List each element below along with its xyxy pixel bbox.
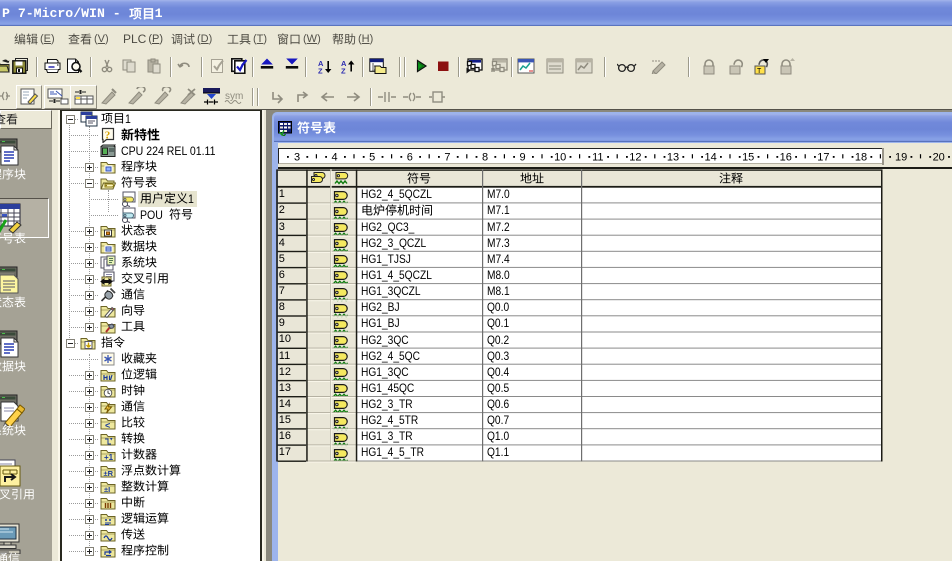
svg-text:<: < [105, 421, 110, 431]
svg-text:11: 11 [592, 152, 603, 164]
svg-text:Z: Z [318, 67, 323, 75]
svg-text:9: 9 [520, 152, 526, 164]
svg-text:16: 16 [780, 152, 792, 164]
svg-text:13: 13 [667, 152, 679, 164]
svg-text:7: 7 [444, 152, 450, 164]
svg-text:14: 14 [704, 152, 716, 164]
svg-text:Z: Z [341, 67, 346, 75]
svg-text:3: 3 [294, 152, 300, 164]
svg-text:4: 4 [332, 152, 338, 164]
svg-text:5: 5 [369, 152, 375, 164]
svg-text:17: 17 [817, 152, 829, 164]
svg-text:+1: +1 [104, 453, 114, 462]
svg-text:T: T [757, 68, 762, 75]
svg-text:±R: ±R [104, 469, 114, 478]
svg-text:18: 18 [855, 152, 867, 164]
svg-text:19: 19 [895, 152, 907, 164]
svg-text:±I: ±I [104, 485, 110, 494]
svg-text:6: 6 [407, 152, 413, 164]
svg-text:8: 8 [482, 152, 488, 164]
svg-text:?: ? [105, 130, 111, 142]
svg-text:20: 20 [933, 152, 945, 164]
svg-text:12: 12 [629, 152, 641, 164]
svg-text:10: 10 [554, 152, 566, 164]
svg-text:15: 15 [742, 152, 754, 164]
